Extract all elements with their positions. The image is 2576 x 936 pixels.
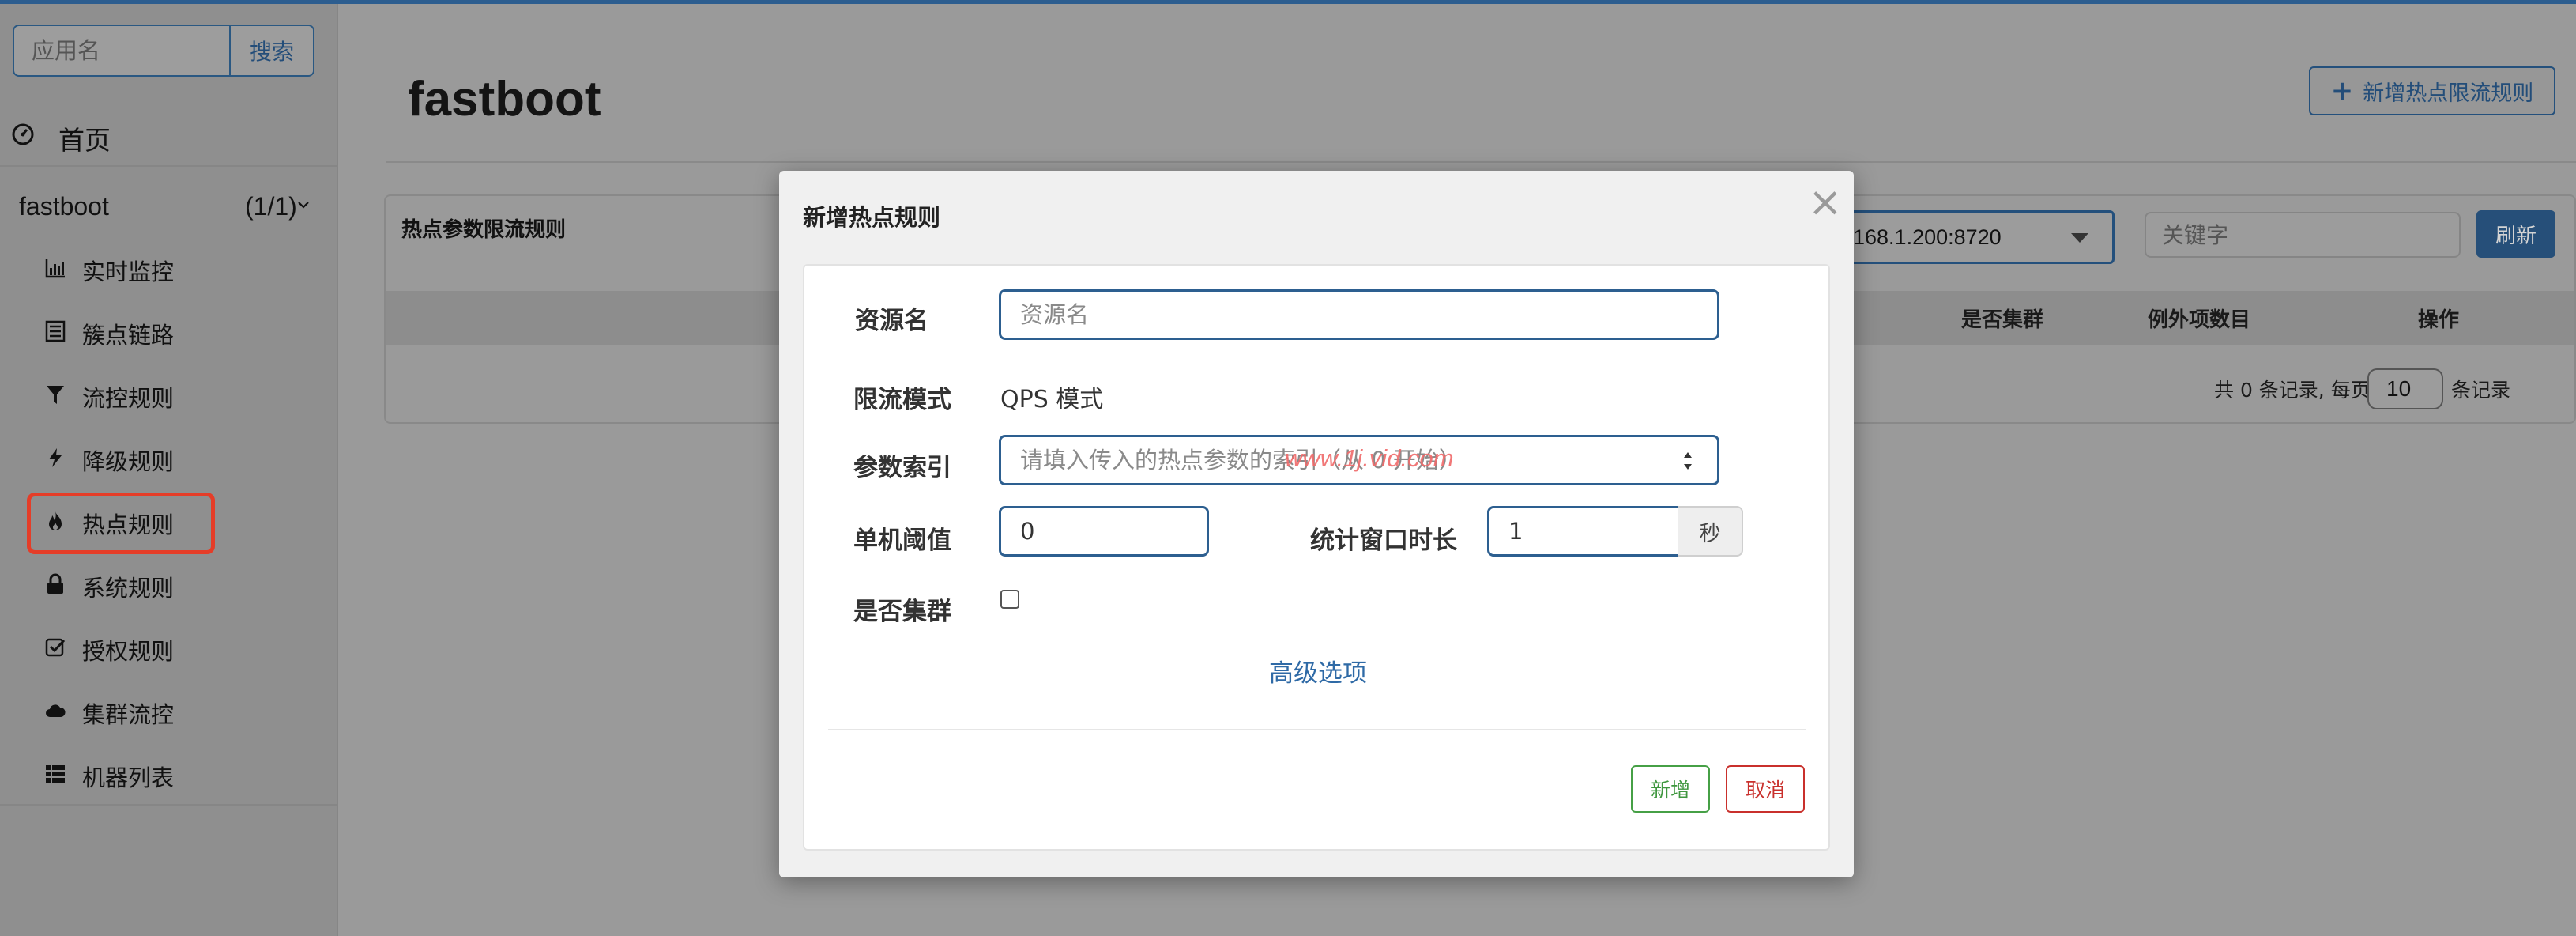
threshold-input[interactable] [999, 506, 1209, 557]
divider [386, 161, 2576, 163]
active-item-highlight [27, 493, 215, 554]
divider [0, 804, 337, 806]
sidebar-item-label: 簇点链路 [82, 322, 175, 349]
machine-select-value: 168.1.200:8720 [1853, 225, 2002, 249]
machine-select[interactable]: 168.1.200:8720 [1817, 210, 2115, 264]
divider [0, 165, 337, 167]
sidebar-item-cluster-flow[interactable]: 集群流控 [44, 687, 281, 734]
search-button[interactable]: 搜索 [229, 26, 313, 75]
sidebar-item-label: 实时监控 [82, 259, 175, 285]
app-group-header[interactable]: fastboot (1/1) [0, 183, 337, 232]
seconds-unit-addon: 秒 [1678, 506, 1743, 557]
cancel-button[interactable]: 取消 [1726, 765, 1805, 813]
keyword-search-input[interactable] [2145, 212, 2461, 258]
window-duration-label: 统计窗口时长 [1310, 526, 1457, 555]
sidebar-item-label: 首页 [58, 125, 111, 156]
resource-name-label: 资源名 [855, 307, 928, 335]
th-list-icon [46, 765, 65, 783]
pagination-suffix: 条记录 [2451, 379, 2511, 402]
window-duration-input[interactable] [1487, 506, 1683, 557]
sidebar-item-label: 机器列表 [82, 764, 175, 791]
limit-mode-label: 限流模式 [853, 386, 951, 414]
page-title: fastboot [408, 72, 601, 126]
chevron-down-icon [298, 202, 309, 209]
add-button[interactable]: 新增 [1631, 765, 1710, 813]
advanced-options-link[interactable]: 高级选项 [804, 653, 1832, 689]
plus-icon: + [2330, 75, 2354, 107]
sidebar-item-auth-rules[interactable]: 授权规则 [44, 624, 281, 671]
column-header-exception-count: 例外项数目 [2148, 308, 2251, 332]
cloud-icon [46, 704, 66, 717]
divider [828, 729, 1806, 730]
sidebar-item-label: 集群流控 [82, 701, 175, 728]
limit-mode-value: QPS 模式 [1000, 386, 1104, 413]
number-stepper-icon[interactable] [1682, 449, 1694, 473]
lock-icon [47, 573, 63, 594]
column-header-cluster: 是否集群 [1961, 308, 2044, 332]
sidebar-item-label: 降级规则 [82, 448, 175, 475]
app-count: (1/1) [245, 192, 297, 221]
close-icon[interactable]: × [1808, 182, 1843, 223]
dialog-form: 资源名 限流模式 QPS 模式 参数索引 单机阈值 统计窗口时长 是否集群 高级… [803, 264, 1830, 851]
sidebar-item-home[interactable]: 首页 [0, 111, 337, 162]
add-hotspot-rule-dialog: 新增热点规则 × 资源名 限流模式 QPS 模式 参数索引 单机阈值 统计窗口时… [779, 171, 1854, 878]
column-header-actions: 操作 [2418, 308, 2460, 332]
app-search-group: 搜索 [13, 25, 314, 77]
refresh-button[interactable]: 刷新 [2476, 210, 2555, 258]
threshold-label: 单机阈值 [853, 526, 951, 555]
sidebar-item-realtime-monitor[interactable]: 实时监控 [44, 244, 281, 292]
sidebar-item-machine-list[interactable]: 机器列表 [44, 750, 281, 798]
cluster-label: 是否集群 [853, 598, 951, 626]
sidebar-item-label: 系统规则 [82, 575, 175, 602]
watermark: www.1j.vid.com [1285, 444, 1454, 472]
sidebar-item-label: 流控规则 [82, 385, 175, 412]
sidebar: 搜索 首页 fastboot (1/1) 实时监控 簇点链路 [0, 4, 338, 936]
add-hotspot-rule-button[interactable]: + 新增热点限流规则 [2309, 66, 2555, 115]
param-index-label: 参数索引 [853, 454, 951, 482]
filter-icon [47, 386, 64, 404]
pagination-summary: 共 0 条记录, 每页 [2214, 379, 2371, 402]
app-name: fastboot [19, 192, 109, 221]
flash-icon [49, 448, 62, 467]
dashboard-icon [12, 123, 34, 145]
list-icon [45, 320, 66, 342]
sidebar-item-flow-rules[interactable]: 流控规则 [44, 371, 281, 418]
page-size-input[interactable]: 10 [2367, 368, 2443, 410]
top-accent-line [0, 0, 2576, 4]
sidebar-item-label: 授权规则 [82, 638, 175, 665]
check-icon [45, 638, 66, 657]
resource-name-input[interactable] [999, 289, 1719, 340]
dialog-title: 新增热点规则 [803, 204, 941, 231]
sidebar-item-degrade-rules[interactable]: 降级规则 [44, 434, 281, 481]
app-search-input[interactable] [14, 26, 229, 75]
bar-chart-icon [45, 259, 65, 278]
cluster-checkbox[interactable] [1000, 590, 1019, 609]
sidebar-item-system-rules[interactable]: 系统规则 [44, 560, 281, 608]
caret-down-icon [2071, 233, 2088, 243]
sidebar-item-cluster-point-chain[interactable]: 簇点链路 [44, 308, 281, 355]
button-label: 新增热点限流规则 [2363, 81, 2534, 106]
panel-title: 热点参数限流规则 [401, 218, 567, 242]
